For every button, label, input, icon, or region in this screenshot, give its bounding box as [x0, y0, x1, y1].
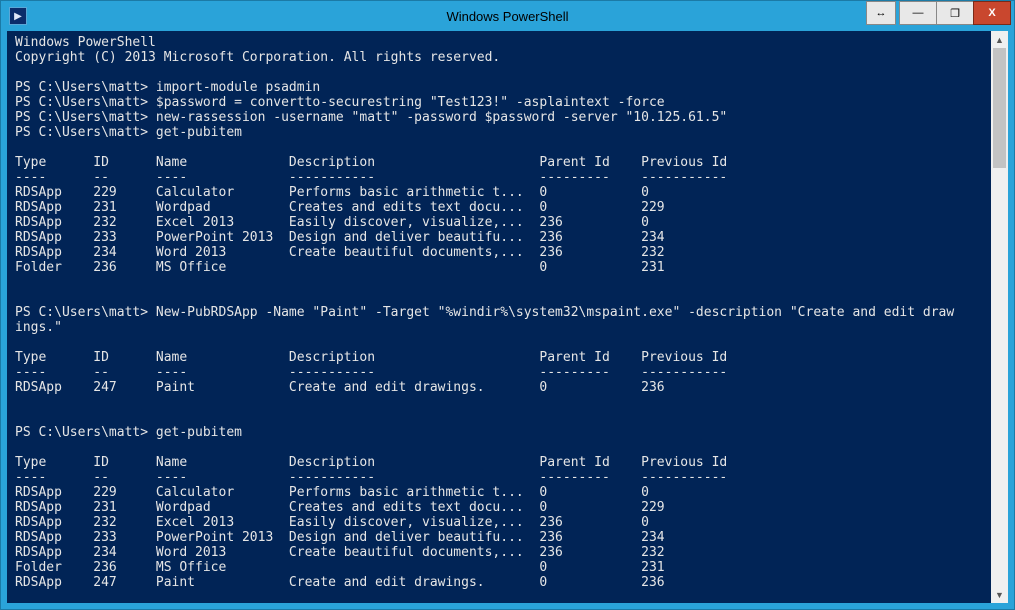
- window-title: Windows PowerShell: [1, 9, 1014, 24]
- titlebar[interactable]: ▶ Windows PowerShell ↔ — ❐ X: [1, 1, 1014, 31]
- vertical-scrollbar[interactable]: ▲ ▼: [991, 31, 1008, 603]
- terminal-client: Windows PowerShell Copyright (C) 2013 Mi…: [7, 31, 1008, 603]
- scroll-down-icon[interactable]: ▼: [991, 586, 1008, 603]
- powershell-window: ▶ Windows PowerShell ↔ — ❐ X Windows Pow…: [0, 0, 1015, 610]
- scroll-up-icon[interactable]: ▲: [991, 31, 1008, 48]
- terminal-output[interactable]: Windows PowerShell Copyright (C) 2013 Mi…: [7, 31, 991, 603]
- scroll-thumb[interactable]: [993, 48, 1006, 168]
